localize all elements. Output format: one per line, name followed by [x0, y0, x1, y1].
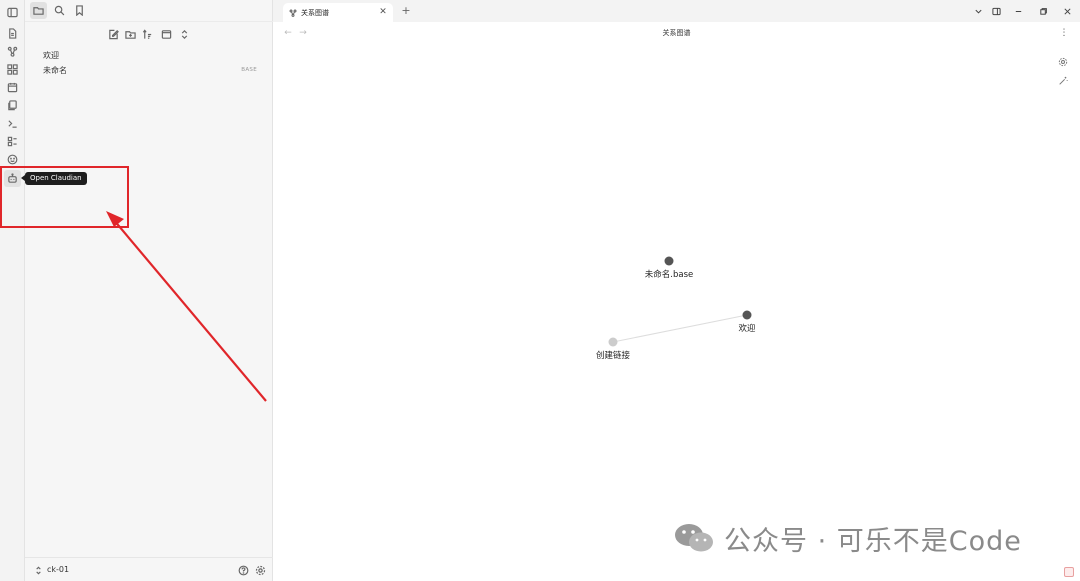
search-icon[interactable]	[51, 2, 68, 19]
graph-svg	[608, 256, 752, 347]
graph-view-icon[interactable]	[4, 43, 21, 60]
graph-tab-icon	[289, 9, 297, 17]
view-title: 关系图谱	[662, 29, 691, 37]
tab-list-chevron-icon[interactable]	[970, 3, 986, 19]
templates-icon[interactable]	[4, 97, 21, 114]
new-tab-icon[interactable]: +	[399, 4, 413, 18]
toggle-right-sidebar-icon[interactable]	[988, 3, 1004, 19]
sidebar-tab-header	[25, 0, 273, 22]
calendar-icon[interactable]	[4, 79, 21, 96]
tab-bar: 关系图谱 ✕ +	[273, 0, 1080, 22]
annotation-highlight-box	[0, 166, 129, 228]
toggle-sidebar-icon[interactable]	[4, 4, 21, 21]
new-folder-icon[interactable]	[122, 26, 139, 43]
vault-switcher-icon[interactable]	[30, 562, 47, 579]
folder-icon[interactable]	[30, 2, 47, 19]
bases-icon[interactable]	[4, 133, 21, 150]
bookmark-icon[interactable]	[71, 2, 88, 19]
tab-graph-view[interactable]: 关系图谱 ✕	[283, 3, 393, 22]
watermark: 公众号 · 可乐不是Code	[672, 520, 1022, 557]
graph-node-label: 创建链接	[595, 351, 631, 361]
graph-node-label: 欢迎	[738, 324, 756, 334]
new-note-icon[interactable]	[105, 26, 122, 43]
left-ribbon	[0, 0, 25, 581]
wechat-icon	[675, 524, 713, 552]
graph-node-label: 未命名.base	[644, 270, 694, 280]
file-explorer-sidebar: 欢迎 未命名 BASE ck-01	[25, 0, 273, 581]
file-item-label: 未命名	[43, 65, 67, 75]
graph-node-welcome[interactable]	[742, 310, 752, 320]
watermark-text: 公众号 · 可乐不是Code	[724, 525, 1022, 557]
sort-icon[interactable]	[139, 26, 156, 43]
file-type-badge: BASE	[241, 67, 257, 73]
graph-canvas[interactable]: 未命名.base 欢迎创建链接	[273, 44, 1080, 581]
file-item-welcome[interactable]: 欢迎	[43, 48, 263, 62]
vault-footer: ck-01	[25, 557, 273, 581]
auto-reveal-icon[interactable]	[158, 26, 175, 43]
close-window-icon[interactable]	[1059, 3, 1075, 19]
settings-gear-icon[interactable]	[252, 562, 269, 579]
command-palette-icon[interactable]	[4, 115, 21, 132]
restore-icon[interactable]	[1035, 3, 1051, 19]
file-item-label: 欢迎	[43, 50, 59, 60]
canvas-icon[interactable]	[4, 61, 21, 78]
app-window: 欢迎 未命名 BASE ck-01 Open Claudian 关系图谱 ✕ +…	[0, 0, 1080, 581]
graph-node-base[interactable]	[664, 256, 674, 266]
graph-edge	[612, 314, 748, 343]
vault-name[interactable]: ck-01	[47, 565, 69, 574]
more-options-icon[interactable]: ⋮	[1058, 26, 1070, 40]
help-icon[interactable]	[235, 562, 252, 579]
main-workspace: 关系图谱 ✕ + ← → 关系图谱 ⋮ 未命名.base 欢迎 创建链接 公众号…	[273, 0, 1080, 581]
view-header: ← → 关系图谱 ⋮	[273, 22, 1080, 44]
graph-node-link[interactable]	[608, 337, 618, 347]
file-item-untitled[interactable]: 未命名 BASE	[43, 63, 263, 77]
collapse-all-icon[interactable]	[176, 26, 193, 43]
minimize-icon[interactable]	[1010, 3, 1026, 19]
close-tab-icon[interactable]: ✕	[377, 6, 389, 18]
open-today-icon[interactable]	[4, 25, 21, 42]
tab-label: 关系图谱	[301, 8, 329, 17]
sync-status-icon[interactable]	[1064, 567, 1074, 577]
